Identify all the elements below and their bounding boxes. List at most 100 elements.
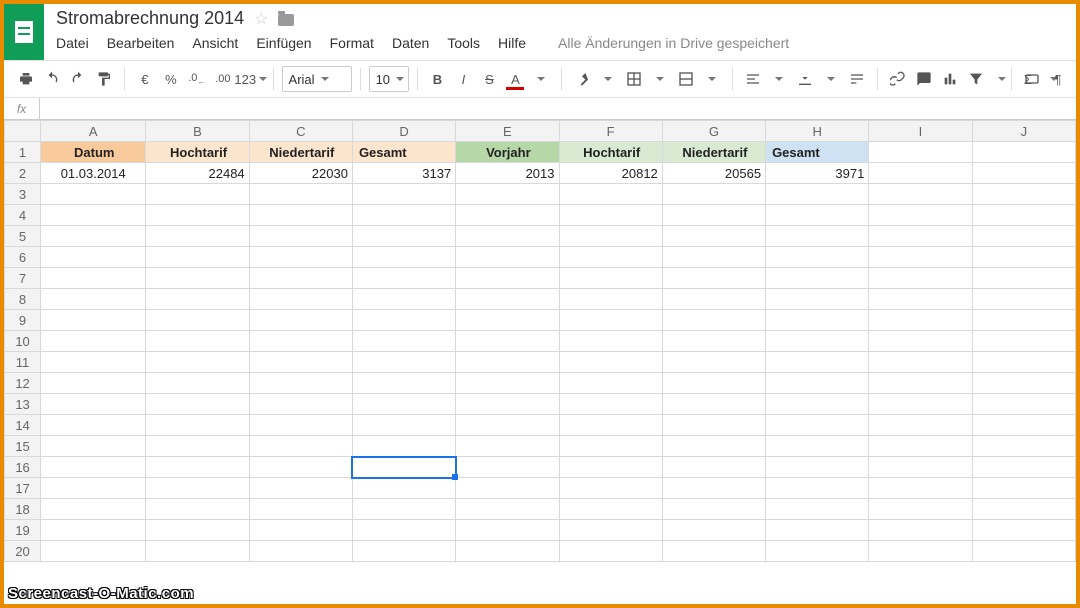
fill-color-dropdown[interactable] (596, 66, 620, 92)
cell-F7[interactable] (559, 268, 662, 289)
cell-H17[interactable] (766, 478, 869, 499)
cell-C20[interactable] (249, 541, 352, 562)
cell-B18[interactable] (146, 499, 249, 520)
cell-F8[interactable] (559, 289, 662, 310)
cell-G2[interactable]: 20565 (662, 163, 765, 184)
font-size-dropdown[interactable]: 10 (369, 66, 409, 92)
cell-I12[interactable] (869, 373, 972, 394)
cell-C13[interactable] (249, 394, 352, 415)
cell-I18[interactable] (869, 499, 972, 520)
cell-A19[interactable] (41, 520, 146, 541)
cell-D8[interactable] (352, 289, 455, 310)
cell-B5[interactable] (146, 226, 249, 247)
cell-B9[interactable] (146, 310, 249, 331)
print-button[interactable] (14, 66, 38, 92)
column-header-C[interactable]: C (249, 121, 352, 142)
cell-A18[interactable] (41, 499, 146, 520)
cell-F14[interactable] (559, 415, 662, 436)
cell-F16[interactable] (559, 457, 662, 478)
cell-E18[interactable] (456, 499, 559, 520)
cell-J14[interactable] (972, 415, 1075, 436)
insert-chart-button[interactable] (938, 66, 962, 92)
cell-E3[interactable] (456, 184, 559, 205)
v-align-dropdown[interactable] (819, 66, 843, 92)
cell-G19[interactable] (662, 520, 765, 541)
cell-I19[interactable] (869, 520, 972, 541)
cell-F4[interactable] (559, 205, 662, 226)
cell-A5[interactable] (41, 226, 146, 247)
cell-A4[interactable] (41, 205, 146, 226)
cell-F18[interactable] (559, 499, 662, 520)
menu-tools[interactable]: Tools (447, 35, 480, 51)
cell-D2[interactable]: 3137 (352, 163, 455, 184)
cell-I15[interactable] (869, 436, 972, 457)
cell-D18[interactable] (352, 499, 455, 520)
cell-F5[interactable] (559, 226, 662, 247)
cell-I11[interactable] (869, 352, 972, 373)
cell-C14[interactable] (249, 415, 352, 436)
cell-C16[interactable] (249, 457, 352, 478)
cell-C5[interactable] (249, 226, 352, 247)
cell-F2[interactable]: 20812 (559, 163, 662, 184)
cell-E17[interactable] (456, 478, 559, 499)
cell-G6[interactable] (662, 247, 765, 268)
cell-B2[interactable]: 22484 (146, 163, 249, 184)
cell-E9[interactable] (456, 310, 559, 331)
h-align-button[interactable] (741, 66, 765, 92)
row-header-15[interactable]: 15 (5, 436, 41, 457)
cell-C4[interactable] (249, 205, 352, 226)
cell-F15[interactable] (559, 436, 662, 457)
text-color-button[interactable]: A (503, 66, 527, 92)
cell-B13[interactable] (146, 394, 249, 415)
cell-I20[interactable] (869, 541, 972, 562)
cell-D19[interactable] (352, 520, 455, 541)
cell-D11[interactable] (352, 352, 455, 373)
cell-A1[interactable]: Datum (41, 142, 146, 163)
cell-A6[interactable] (41, 247, 146, 268)
cell-H15[interactable] (766, 436, 869, 457)
cell-B12[interactable] (146, 373, 249, 394)
cell-A10[interactable] (41, 331, 146, 352)
cell-B10[interactable] (146, 331, 249, 352)
cell-E7[interactable] (456, 268, 559, 289)
filter-button[interactable] (964, 66, 988, 92)
undo-button[interactable] (40, 66, 64, 92)
cell-E11[interactable] (456, 352, 559, 373)
cell-J18[interactable] (972, 499, 1075, 520)
cell-I6[interactable] (869, 247, 972, 268)
cell-F19[interactable] (559, 520, 662, 541)
cell-C9[interactable] (249, 310, 352, 331)
cell-D9[interactable] (352, 310, 455, 331)
row-header-18[interactable]: 18 (5, 499, 41, 520)
cell-J10[interactable] (972, 331, 1075, 352)
cell-I10[interactable] (869, 331, 972, 352)
cell-B14[interactable] (146, 415, 249, 436)
fill-color-button[interactable] (570, 66, 594, 92)
cell-H10[interactable] (766, 331, 869, 352)
cell-E6[interactable] (456, 247, 559, 268)
column-header-F[interactable]: F (559, 121, 662, 142)
row-header-13[interactable]: 13 (5, 394, 41, 415)
cell-G11[interactable] (662, 352, 765, 373)
menu-view[interactable]: Ansicht (192, 35, 238, 51)
cell-H13[interactable] (766, 394, 869, 415)
percent-button[interactable]: % (159, 66, 183, 92)
cell-D7[interactable] (352, 268, 455, 289)
cell-B17[interactable] (146, 478, 249, 499)
cell-F6[interactable] (559, 247, 662, 268)
cell-A17[interactable] (41, 478, 146, 499)
cell-B19[interactable] (146, 520, 249, 541)
insert-comment-button[interactable] (912, 66, 936, 92)
cell-G3[interactable] (662, 184, 765, 205)
row-header-10[interactable]: 10 (5, 331, 41, 352)
row-header-4[interactable]: 4 (5, 205, 41, 226)
cell-E16[interactable] (456, 457, 559, 478)
cell-E8[interactable] (456, 289, 559, 310)
cell-J3[interactable] (972, 184, 1075, 205)
cell-H14[interactable] (766, 415, 869, 436)
cell-E2[interactable]: 2013 (456, 163, 559, 184)
cell-D12[interactable] (352, 373, 455, 394)
cell-G13[interactable] (662, 394, 765, 415)
cell-G15[interactable] (662, 436, 765, 457)
cell-H6[interactable] (766, 247, 869, 268)
